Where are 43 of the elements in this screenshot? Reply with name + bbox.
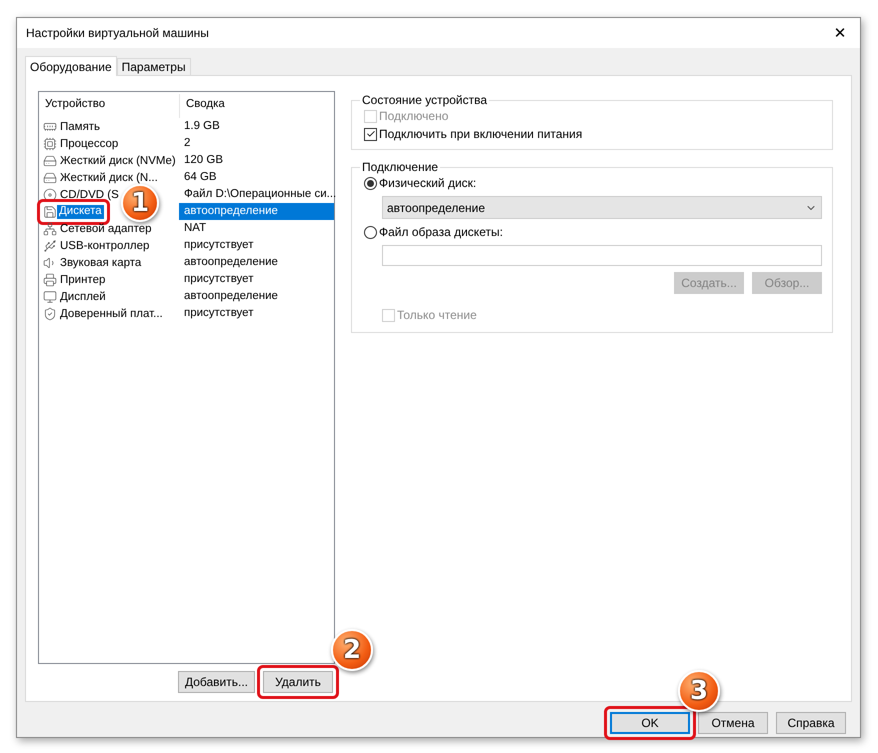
device-summary: присутствует [183,306,254,321]
device-name[interactable]: Жесткий диск (NVMe) [58,154,178,166]
device-summary: автоопределение [183,289,279,304]
dialog-button[interactable]: Отмена [698,712,768,734]
step-badge: 1 [121,184,159,222]
close-button[interactable]: ✕ [820,18,860,48]
list-button[interactable]: Удалить [263,671,333,693]
tab[interactable]: Оборудование [25,56,117,76]
device-summary: 64 GB [183,170,218,185]
device-name[interactable]: Жесткий диск (N... [58,172,160,184]
column-header[interactable]: Сводка [179,94,334,118]
dropdown[interactable]: автоопределение [382,196,822,219]
device-summary: Файл D:\Операционные си... [183,187,336,202]
radio-button[interactable]: Файл образа дискеты: [364,225,822,239]
device-name[interactable]: Процессор [58,138,120,150]
device-summary: 120 GB [183,153,224,168]
device-name[interactable]: Доверенный плат... [58,308,165,320]
device-summary: автоопределение [183,255,279,270]
radio-button[interactable]: Физический диск: [364,176,822,190]
group-title: Состояние устройства [361,93,488,107]
device-name[interactable]: USB-контроллер [58,240,152,252]
device-name[interactable]: Дискета [57,204,104,218]
list-button[interactable]: Добавить... [178,671,255,693]
device-name[interactable]: Сетевой адаптер [58,222,154,234]
dialog-button[interactable]: OK [610,712,690,734]
tab[interactable]: Параметры [116,58,191,75]
device-summary: автоопределение [179,203,334,220]
device-name[interactable]: CD/DVD (S [58,188,121,200]
device-summary: 1.9 GB [183,119,221,134]
dialog-button[interactable]: Справка [776,712,846,734]
window-title: Настройки виртуальной машины [26,26,209,40]
step-badge: 2 [331,629,373,671]
device-summary: NAT [183,221,208,236]
checkbox[interactable]: Подключить при включении питания [364,127,822,141]
device-summary: присутствует [183,238,254,253]
device-name[interactable]: Звуковая карта [58,256,144,268]
device-name[interactable]: Память [58,120,102,132]
group-title: Подключение [361,160,440,174]
device-name[interactable]: Дисплей [58,290,108,302]
device-summary: присутствует [183,272,254,287]
device-summary: 2 [183,136,192,151]
column-header[interactable]: Устройство [39,94,179,118]
device-name[interactable]: Принтер [58,274,108,286]
